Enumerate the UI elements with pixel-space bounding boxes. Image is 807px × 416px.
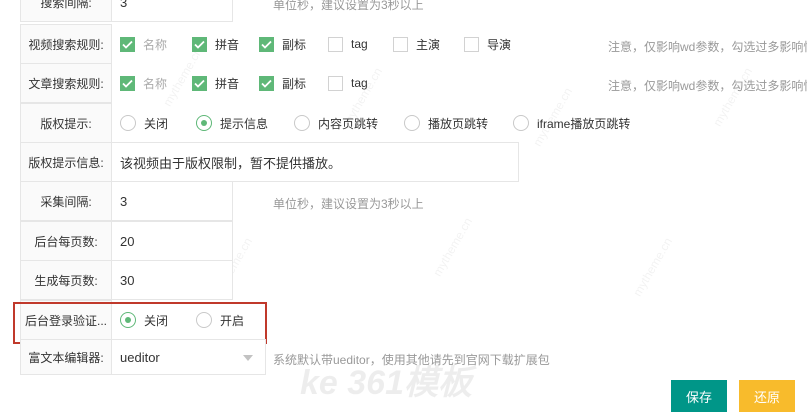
watermark-text: mytheme.cn: [430, 215, 476, 279]
copyright-notice-label: 版权提示:: [20, 103, 112, 143]
search-interval-hint: 单位秒，建议设置为3秒以上: [273, 0, 424, 12]
collect-interval-input[interactable]: 3: [111, 181, 233, 221]
copyright-off-radio[interactable]: 关闭: [120, 115, 196, 132]
checkbox-checked-icon: [120, 36, 135, 52]
copyright-notice-options: 关闭 提示信息 内容页跳转 播放页跳转 iframe播放页跳转: [120, 103, 643, 143]
save-button[interactable]: 保存: [671, 380, 727, 412]
generate-page-size-input[interactable]: 30: [111, 260, 233, 300]
video-rule-actor-checkbox[interactable]: 主演: [393, 36, 464, 53]
reset-button[interactable]: 还原: [739, 380, 795, 412]
copyright-tip-radio[interactable]: 提示信息: [196, 115, 294, 132]
checkbox-checked-icon: [120, 75, 135, 91]
watermark-text: mytheme.cn: [630, 235, 676, 299]
checkbox-unchecked-icon: [464, 36, 479, 52]
collect-interval-label: 采集间隔:: [20, 181, 112, 221]
copyright-play-jump-radio[interactable]: 播放页跳转: [404, 115, 513, 132]
video-rule-tag-checkbox[interactable]: tag: [328, 36, 393, 52]
checkbox-checked-icon: [259, 75, 274, 91]
copyright-iframe-jump-radio[interactable]: iframe播放页跳转: [513, 115, 643, 132]
video-search-rules-label: 视频搜索规则:: [20, 24, 112, 64]
search-interval-input[interactable]: 3: [111, 0, 233, 22]
video-rule-name-checkbox[interactable]: 名称: [120, 36, 192, 53]
generate-page-size-label: 生成每页数:: [20, 260, 112, 300]
video-rule-pinyin-checkbox[interactable]: 拼音: [192, 36, 259, 53]
checkbox-checked-icon: [192, 36, 207, 52]
checkbox-checked-icon: [192, 75, 207, 91]
copyright-content-jump-radio[interactable]: 内容页跳转: [294, 115, 404, 132]
radio-icon: [513, 115, 529, 131]
radio-icon: [120, 115, 136, 131]
watermark-logo: ke 361模板: [300, 364, 472, 402]
video-rule-subtitle-checkbox[interactable]: 副标: [259, 36, 328, 53]
radio-selected-icon: [196, 115, 212, 131]
rich-text-editor-label: 富文本编辑器:: [20, 339, 112, 375]
admin-page-size-input[interactable]: 20: [111, 221, 233, 261]
article-search-rules-hint: 注意，仅影响wd参数，勾选过多影响性: [608, 79, 807, 93]
checkbox-unchecked-icon: [393, 36, 408, 52]
admin-page-size-label: 后台每页数:: [20, 221, 112, 261]
copyright-message-input[interactable]: 该视频由于版权限制，暂不提供播放。: [111, 142, 519, 182]
article-rule-pinyin-checkbox[interactable]: 拼音: [192, 75, 259, 92]
video-search-rules-hint: 注意，仅影响wd参数，勾选过多影响性: [608, 40, 807, 54]
collect-interval-hint: 单位秒，建议设置为3秒以上: [273, 197, 424, 211]
checkbox-unchecked-icon: [328, 36, 343, 52]
copyright-message-label: 版权提示信息:: [20, 142, 112, 182]
article-search-rules-label: 文章搜索规则:: [20, 63, 112, 103]
article-rule-tag-checkbox[interactable]: tag: [328, 75, 393, 91]
checkbox-unchecked-icon: [328, 75, 343, 91]
radio-icon: [294, 115, 310, 131]
video-search-rules-options: 名称 拼音 副标 tag 主演 导演: [120, 24, 524, 64]
chevron-down-icon: [243, 355, 253, 361]
highlight-box: [13, 302, 267, 344]
checkbox-checked-icon: [259, 36, 274, 52]
rich-text-editor-select[interactable]: ueditor: [111, 339, 266, 375]
video-rule-director-checkbox[interactable]: 导演: [464, 36, 524, 53]
article-search-rules-options: 名称 拼音 副标 tag: [120, 63, 393, 103]
search-interval-label: 搜索间隔:: [20, 0, 112, 22]
article-rule-name-checkbox[interactable]: 名称: [120, 75, 192, 92]
article-rule-subtitle-checkbox[interactable]: 副标: [259, 75, 328, 92]
rich-text-editor-value: ueditor: [120, 349, 160, 365]
watermark-text: mytheme.cn: [710, 65, 756, 129]
radio-icon: [404, 115, 420, 131]
